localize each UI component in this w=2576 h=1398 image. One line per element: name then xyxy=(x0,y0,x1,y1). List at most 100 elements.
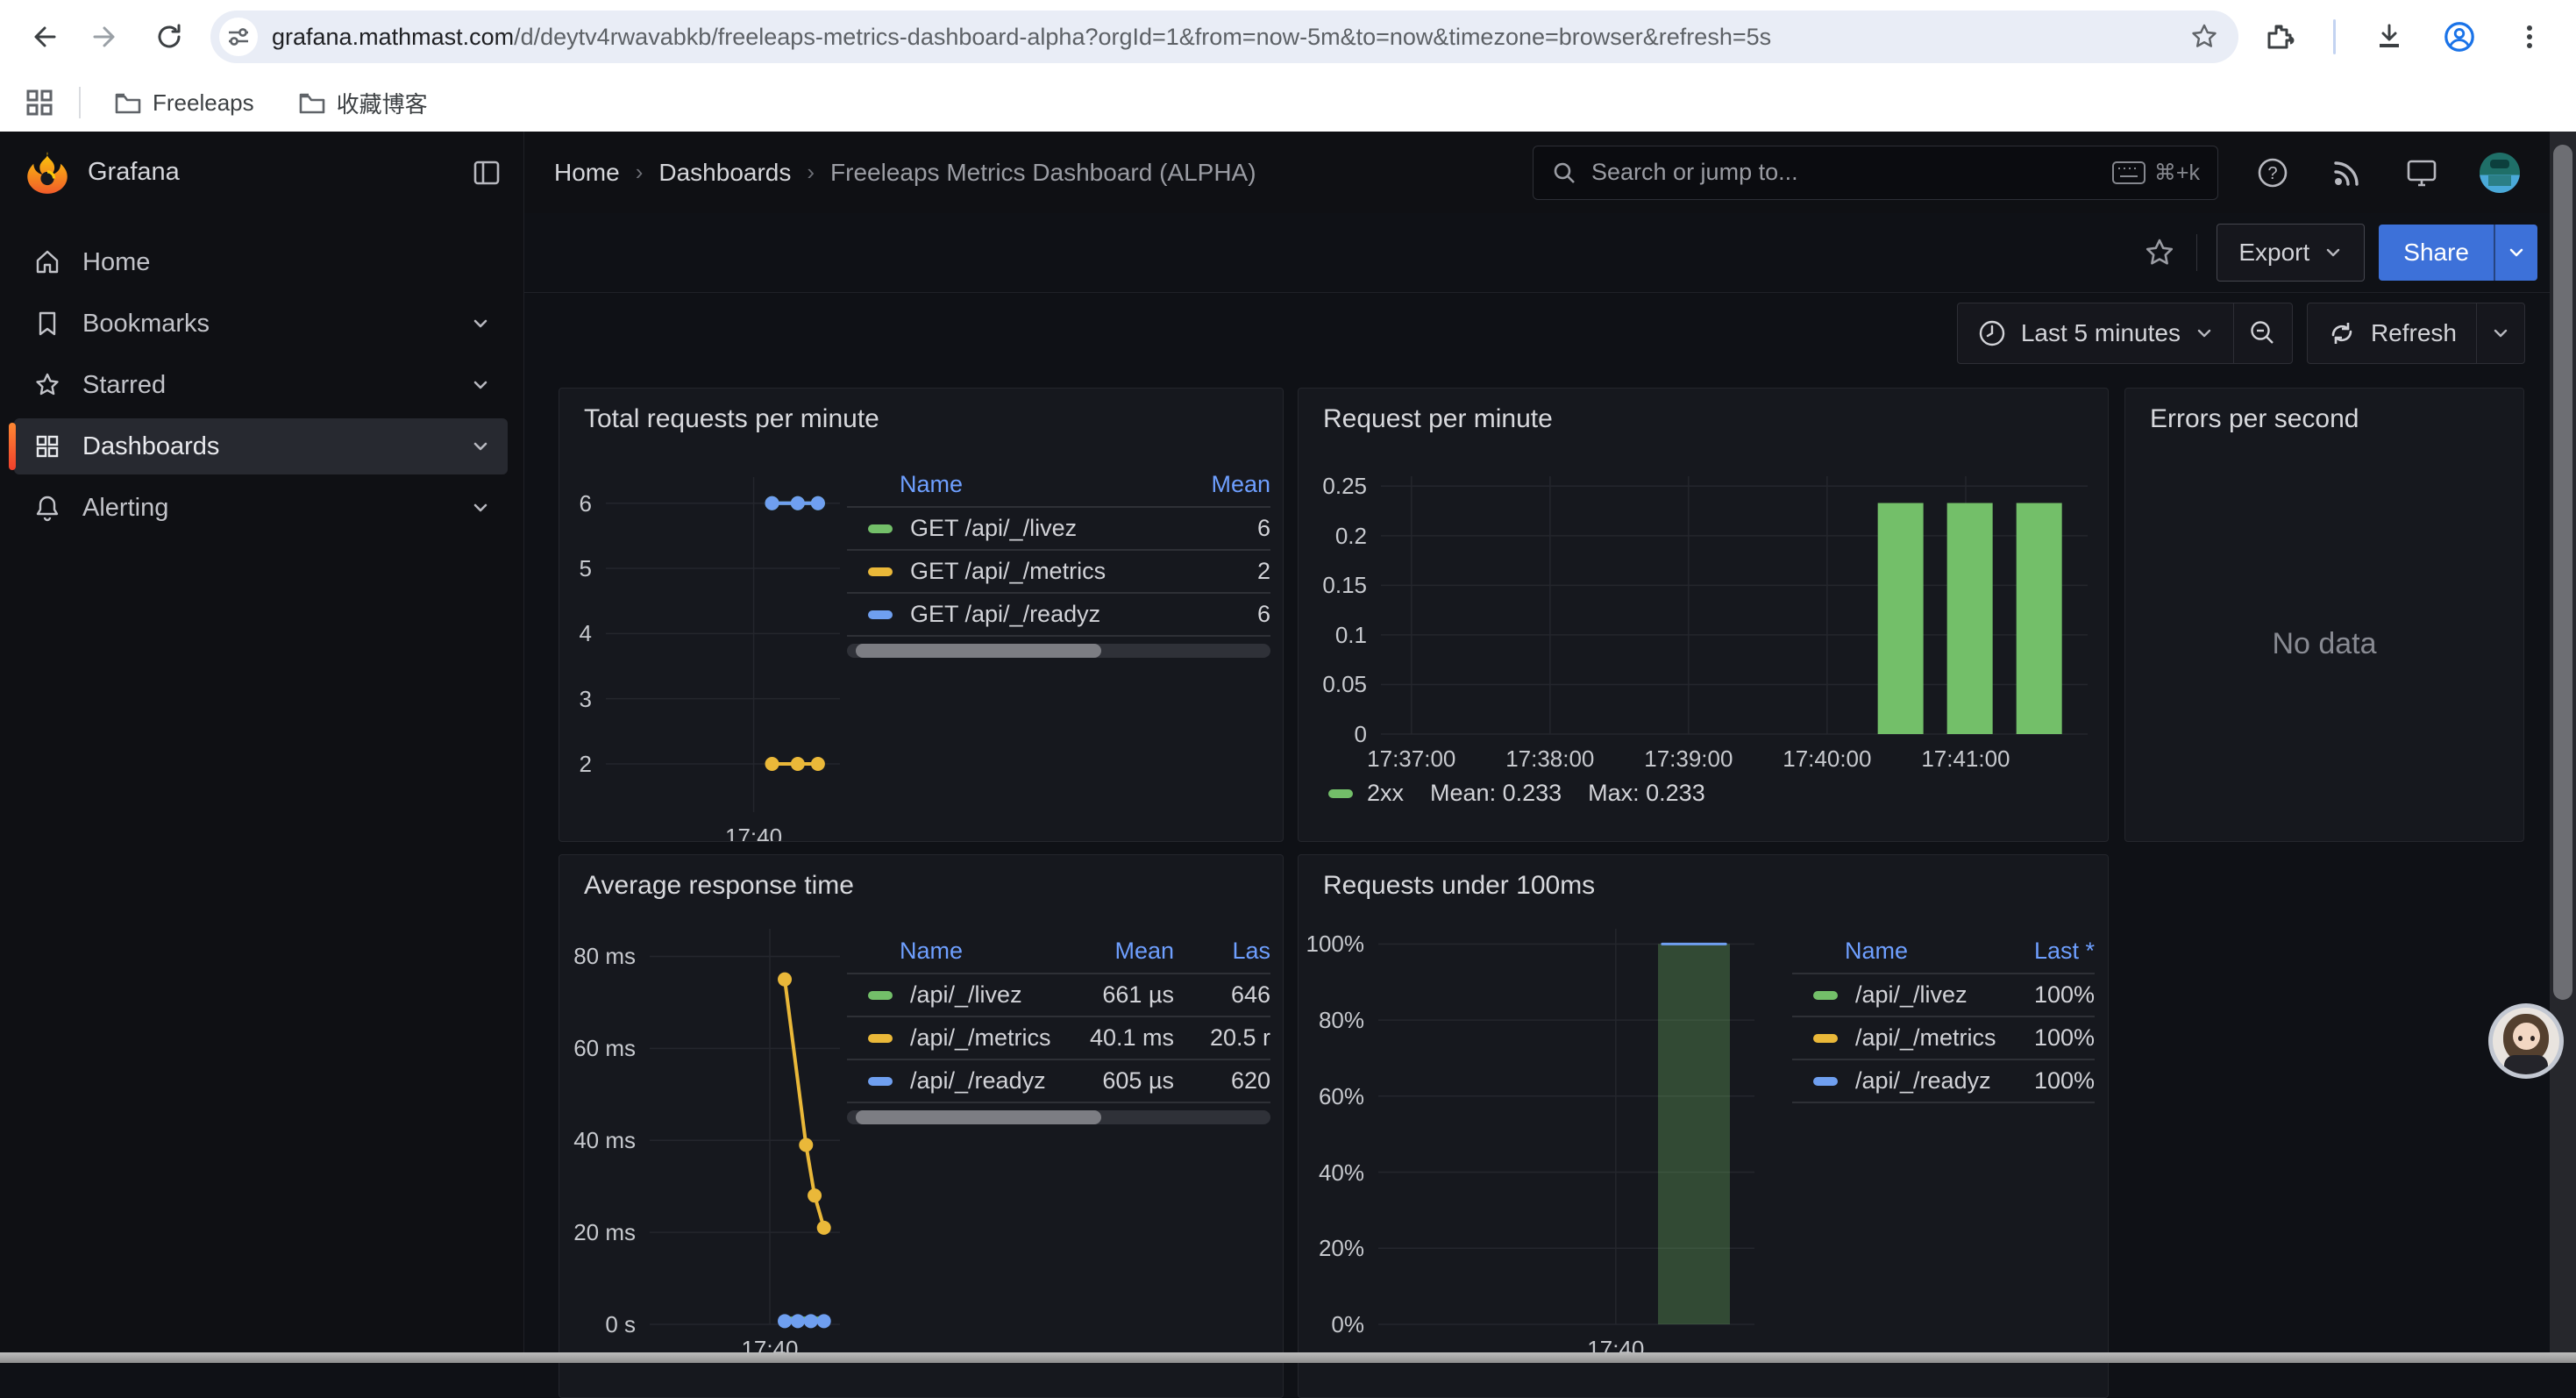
legend-header-name[interactable]: Name xyxy=(847,938,1073,965)
dashboard-actions: Export Share xyxy=(524,213,2576,293)
breadcrumb-dashboards[interactable]: Dashboards xyxy=(658,159,791,187)
folder-icon xyxy=(114,90,142,115)
share-button[interactable]: Share xyxy=(2379,225,2537,281)
panel-title[interactable]: Average response time xyxy=(584,871,854,901)
monitor-icon[interactable] xyxy=(2404,155,2439,190)
time-controls: Last 5 minutes Refresh xyxy=(1957,303,2576,364)
legend-row[interactable]: /api/_/readyz605 µs620 xyxy=(847,1059,1270,1102)
profile-icon[interactable] xyxy=(2443,20,2476,53)
browser-forward-icon[interactable] xyxy=(89,20,123,53)
bookmark-folder-freeleaps[interactable]: Freeleaps xyxy=(103,84,265,122)
y-axis-tick: 0% xyxy=(1298,1310,1364,1338)
requests-under-100ms-legend: NameLast * /api/_/livez100%/api/_/metrics… xyxy=(1792,929,2102,1103)
user-avatar[interactable] xyxy=(2480,153,2520,193)
scrollbar-thumb[interactable] xyxy=(856,644,1101,658)
folder-icon xyxy=(298,90,326,115)
share-menu-chevron[interactable] xyxy=(2494,225,2537,281)
legend-row[interactable]: GET /api/_/metrics2 xyxy=(847,549,1270,592)
series-color-pill xyxy=(868,610,893,619)
y-axis-tick: 80% xyxy=(1298,1006,1364,1034)
grafana-logo[interactable] xyxy=(25,150,70,196)
legend-series-name: /api/_/livez xyxy=(910,981,1022,1009)
sidebar-item-home[interactable]: Home xyxy=(14,234,508,290)
export-button[interactable]: Export xyxy=(2217,224,2365,282)
y-axis-tick: 20% xyxy=(1298,1234,1364,1262)
y-axis-tick: 0 s xyxy=(559,1310,636,1338)
downloads-icon[interactable] xyxy=(2373,20,2406,53)
apps-grid-icon[interactable] xyxy=(23,86,56,119)
legend-header-name[interactable]: Name xyxy=(1792,938,2007,965)
page-horizontal-scrollbar[interactable] xyxy=(0,1352,2576,1363)
legend-header-name[interactable]: Name xyxy=(847,471,1192,498)
refresh-button[interactable]: Refresh xyxy=(2308,303,2476,363)
page-vertical-scrollbar[interactable] xyxy=(2550,132,2576,1363)
breadcrumb-home[interactable]: Home xyxy=(554,159,620,187)
panel-title[interactable]: Total requests per minute xyxy=(584,404,879,434)
x-axis-tick: 17:40:00 xyxy=(1748,745,1906,773)
request-per-minute-legend: 2xx Mean: 0.233 Max: 0.233 xyxy=(1328,780,1705,807)
series-color-pill xyxy=(1813,991,1838,1000)
assistant-avatar[interactable] xyxy=(2488,1003,2564,1079)
legend-value: 20.5 r xyxy=(1174,1024,1270,1052)
star-icon xyxy=(33,371,61,399)
bookmark-star-icon[interactable] xyxy=(2188,20,2221,53)
brand-title: Grafana xyxy=(88,158,180,187)
legend-row[interactable]: GET /api/_/readyz6 xyxy=(847,592,1270,635)
search-icon xyxy=(1551,160,1577,186)
panel-title[interactable]: Errors per second xyxy=(2150,404,2359,434)
extensions-icon[interactable] xyxy=(2263,20,2296,53)
breadcrumb-current: Freeleaps Metrics Dashboard (ALPHA) xyxy=(830,159,1256,187)
legend-mean: Mean: 0.233 xyxy=(1430,780,1562,807)
zoom-out-button[interactable] xyxy=(2233,303,2292,363)
sidebar-item-dashboards[interactable]: Dashboards xyxy=(14,418,508,474)
sidebar-toggle-icon[interactable] xyxy=(471,157,502,189)
y-axis-tick: 60% xyxy=(1298,1082,1364,1110)
sidebar: Home Bookmarks Starred Dashboards Alerti… xyxy=(0,213,524,1363)
rss-icon[interactable] xyxy=(2330,156,2364,189)
assistant-avatar-image xyxy=(2493,1008,2559,1074)
scrollbar-thumb[interactable] xyxy=(2553,145,2572,1000)
panel-request-per-minute: Request per minute 00.050.10.150.20.2517… xyxy=(1298,388,2109,842)
bookmark-folder-blogs[interactable]: 收藏博客 xyxy=(288,82,438,125)
legend-header-col[interactable]: Mean xyxy=(1192,471,1270,498)
site-settings-icon[interactable] xyxy=(219,18,258,56)
legend-row[interactable]: /api/_/metrics100% xyxy=(1792,1016,2095,1059)
legend-row[interactable]: /api/_/livez100% xyxy=(1792,973,2095,1016)
legend-row[interactable]: /api/_/readyz100% xyxy=(1792,1059,2095,1102)
time-range-picker[interactable]: Last 5 minutes xyxy=(1958,303,2233,363)
legend-horizontal-scrollbar[interactable] xyxy=(847,644,1270,658)
y-axis-tick: 2 xyxy=(559,750,592,778)
panel-title[interactable]: Request per minute xyxy=(1323,404,1553,434)
scrollbar-thumb[interactable] xyxy=(856,1110,1101,1124)
legend-row[interactable]: /api/_/metrics40.1 ms20.5 r xyxy=(847,1016,1270,1059)
y-axis-tick: 80 ms xyxy=(559,942,636,970)
panel-title[interactable]: Requests under 100ms xyxy=(1323,871,1595,901)
legend-header-col[interactable]: Mean xyxy=(1073,938,1174,965)
browser-back-icon[interactable] xyxy=(26,20,60,53)
legend-header: NameMean xyxy=(847,462,1270,506)
chevron-down-icon xyxy=(2195,324,2214,343)
refresh-interval-dropdown[interactable] xyxy=(2476,303,2524,363)
search-input[interactable]: Search or jump to... ⌘+k xyxy=(1533,146,2218,200)
legend-series-name: /api/_/readyz xyxy=(910,1067,1046,1095)
sidebar-item-alerting[interactable]: Alerting xyxy=(14,480,508,536)
help-icon[interactable]: ? xyxy=(2255,155,2290,190)
browser-menu-icon[interactable] xyxy=(2513,20,2546,53)
sidebar-item-starred[interactable]: Starred xyxy=(14,357,508,413)
legend-row[interactable]: GET /api/_/livez6 xyxy=(847,506,1270,549)
browser-reload-icon[interactable] xyxy=(153,20,186,53)
url-bar[interactable]: grafana.mathmast.com/d/deytv4rwavabkb/fr… xyxy=(210,11,2238,63)
sidebar-item-bookmarks[interactable]: Bookmarks xyxy=(14,296,508,352)
favorite-star-icon[interactable] xyxy=(2142,235,2177,270)
legend-header-col[interactable]: Last * xyxy=(2007,938,2095,965)
legend-horizontal-scrollbar[interactable] xyxy=(847,1110,1270,1124)
dashboards-icon xyxy=(33,432,61,460)
legend-row[interactable]: /api/_/livez661 µs646 xyxy=(847,973,1270,1016)
toolbar-divider xyxy=(2333,19,2336,54)
dashboard-content: Export Share Last 5 minutes xyxy=(524,213,2576,1363)
total-requests-legend: NameMeanGET /api/_/livez6GET /api/_/metr… xyxy=(847,462,1284,658)
legend-value: 661 µs xyxy=(1073,981,1174,1009)
legend-series-2xx[interactable]: 2xx xyxy=(1328,780,1404,807)
y-axis-tick: 0.1 xyxy=(1298,621,1367,649)
legend-header-col[interactable]: Las xyxy=(1174,938,1270,965)
